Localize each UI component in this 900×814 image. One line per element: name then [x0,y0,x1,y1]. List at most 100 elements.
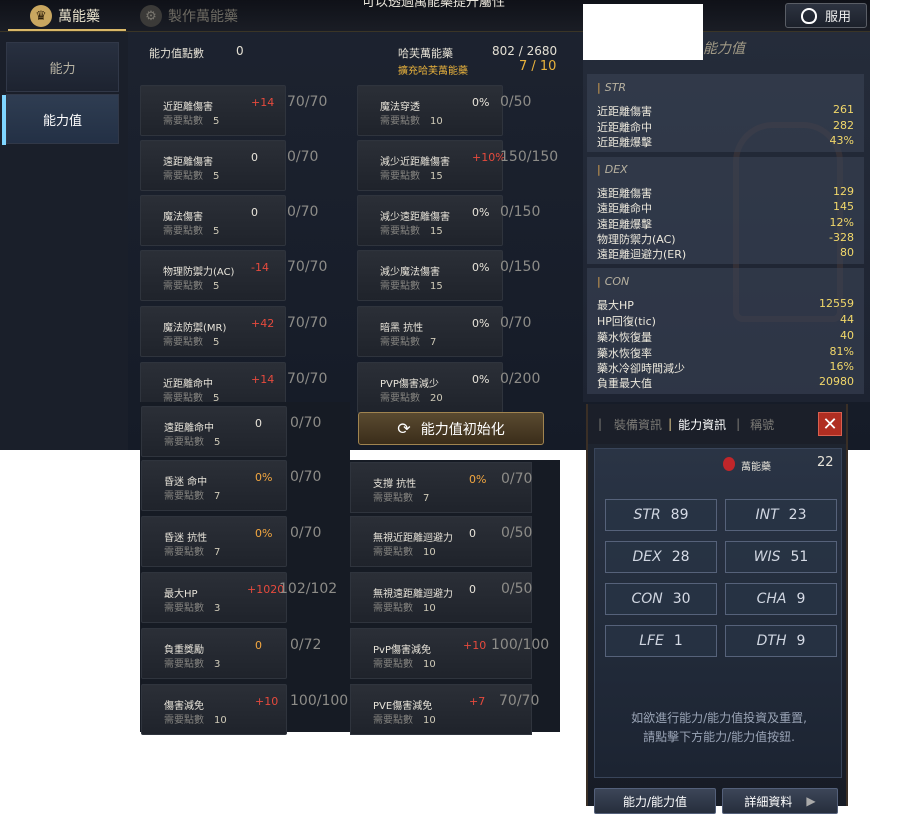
attribute-key: DTH [756,633,787,649]
attribute-value: 1 [673,633,683,649]
ability-stat-button[interactable]: 能力/能力值 [594,788,716,814]
stat-name: 暗黑 抗性 [380,323,424,334]
required-points: 需要點數 5 [163,333,219,348]
stat-key: 最大HP [597,299,634,312]
elixir-value: 802 / 2680 [492,44,558,58]
stat-card[interactable]: PVE傷害減免 需要點數 10 +7 70/70 [350,684,539,735]
stat-value: -328 [829,231,854,244]
required-points-value: 10 [423,547,436,558]
stat-card[interactable]: 昏迷 命中 需要點數 7 0% 0/70 [141,460,321,511]
stat-name: PvP傷害減免 [373,645,431,656]
tab-equipment-info[interactable]: 裝備資訊 [614,416,662,433]
attribute-wis: WIS 51 [725,541,837,573]
reset-stats-button[interactable]: ⟳ 能力值初始化 [358,412,544,445]
stat-card[interactable]: 減少近距離傷害 需要點數 15 +10% 150/150 [357,140,558,191]
stat-name: 魔法傷害 [163,212,203,223]
required-points: 需要點數 10 [373,543,436,558]
stat-card[interactable]: PvP傷害減免 需要點數 10 +10 100/100 [350,628,549,679]
tab-craft-elixir[interactable]: ⚙ 製作萬能藥 [140,0,238,32]
stat-card[interactable]: 無視近距離迴避力 需要點數 10 0 0/50 [350,516,532,567]
stat-card[interactable]: 遠距離傷害 需要點數 5 0 0/70 [140,140,318,191]
hint-line-1: 如欲進行能力/能力值投資及重置, [631,711,807,725]
stat-progress: 102/102 [279,581,338,597]
stat-bonus: +10 [463,639,487,652]
stat-progress: 100/100 [290,693,349,709]
stat-card[interactable]: 遠距離命中 需要點數 5 0 0/70 [141,406,321,457]
service-button[interactable]: 服用 [785,3,867,28]
required-points-value: 5 [214,437,221,448]
attribute-con: CON 30 [605,583,717,615]
stat-bonus: 0% [472,317,490,330]
stat-progress: 0/70 [501,471,533,487]
stat-value: 40 [840,329,854,342]
stat-card[interactable]: 無視遠距離迴避力 需要點數 10 0 0/50 [350,572,532,623]
required-points-value: 15 [430,281,443,292]
stat-value: 12% [829,216,854,229]
stat-name: 負重獎勵 [164,645,204,656]
stat-card[interactable]: 傷害減免 需要點數 10 +10 100/100 [141,684,348,735]
stat-card[interactable]: 魔法傷害 需要點數 5 0 0/70 [140,195,318,246]
attribute-value: 28 [671,549,690,565]
required-points-label: 需要點數 [163,116,203,127]
stat-card[interactable]: PVP傷害減少 需要點數 20 0% 0/200 [357,362,540,413]
required-points: 需要點數 5 [163,167,219,182]
attribute-value: 89 [670,507,689,523]
required-points-value: 5 [213,116,220,127]
stat-card[interactable]: 物理防禦力(AC) 需要點數 5 -14 70/70 [140,250,327,301]
stat-name: 減少近距離傷害 [380,157,450,168]
required-points-label: 需要點數 [164,715,204,726]
required-points-label: 需要點數 [164,491,204,502]
stat-name: 支撐 抗性 [373,479,417,490]
stat-bonus: 0% [472,206,490,219]
craft-tab-icon: ⚙ [140,5,162,27]
stat-name: 昏迷 命中 [164,477,208,488]
refresh-icon: ⟳ [397,419,411,438]
sidebar-item-stat[interactable]: 能力值 [2,94,119,145]
tab-ability-info[interactable]: 能力資訊 [678,416,726,433]
attribute-dex: DEX 28 [605,541,717,573]
active-tab-underline [8,29,126,31]
required-points-value: 10 [423,715,436,726]
tab-title[interactable]: 稱號 [750,416,774,433]
stat-key: 物理防禦力(AC) [597,233,676,246]
stat-bonus: 0% [255,471,273,484]
elixir-count-label: 萬能藥 [741,462,771,473]
stat-card[interactable]: 負重獎勵 需要點數 3 0 0/72 [141,628,321,679]
close-button[interactable]: ✕ [818,412,842,436]
required-points-label: 需要點數 [373,493,413,504]
required-points-value: 10 [430,116,443,127]
stat-card[interactable]: 最大HP 需要點數 3 +1020 102/102 [141,572,337,623]
stat-progress: 0/150 [500,259,541,275]
sidebar-item-ability[interactable]: 能力 [6,42,119,92]
required-points-label: 需要點數 [164,603,204,614]
stats-title: 能力值 [703,41,745,57]
attribute-value: 23 [788,507,807,523]
stat-card[interactable]: 魔法防禦(MR) 需要點數 5 +42 70/70 [140,306,327,357]
stat-bonus: 0 [255,639,262,652]
required-points: 需要點數 10 [380,112,443,127]
required-points: 需要點數 10 [164,711,227,726]
stat-card[interactable]: 魔法穿透 需要點數 10 0% 0/50 [357,85,531,136]
stat-name: 減少遠距離傷害 [380,212,450,223]
stat-head-dex: DEX [597,163,628,176]
stat-card[interactable]: 暗黑 抗性 需要點數 7 0% 0/70 [357,306,531,357]
stat-progress: 0/70 [290,525,322,541]
stat-progress: 0/72 [290,637,322,653]
stat-card[interactable]: 昏迷 抗性 需要點數 7 0% 0/70 [141,516,321,567]
stat-name: 魔法防禦(MR) [163,323,227,334]
details-button[interactable]: 詳細資料 ▶ [722,788,838,814]
sidebar-item-label: 能力 [49,61,76,77]
stat-bonus: 0 [469,583,476,596]
stat-card[interactable]: 減少魔法傷害 需要點數 15 0% 0/150 [357,250,540,301]
stat-card[interactable]: 減少遠距離傷害 需要點數 15 0% 0/150 [357,195,540,246]
stat-progress: 0/70 [287,149,319,165]
ability-stat-button-label: 能力/能力值 [622,794,688,809]
stat-value: 81% [829,345,854,358]
stat-row: 藥水恢復量 40 [597,329,854,345]
stat-card[interactable]: 支撐 抗性 需要點數 7 0% 0/70 [350,462,532,513]
points-label: 能力值點數 [149,47,204,60]
stat-name: 魔法穿透 [380,102,420,113]
required-points-value: 7 [430,337,437,348]
stat-card[interactable]: 近距離傷害 需要點數 5 +14 70/70 [140,85,327,136]
tab-elixir[interactable]: ♛ 萬能藥 [30,0,100,32]
